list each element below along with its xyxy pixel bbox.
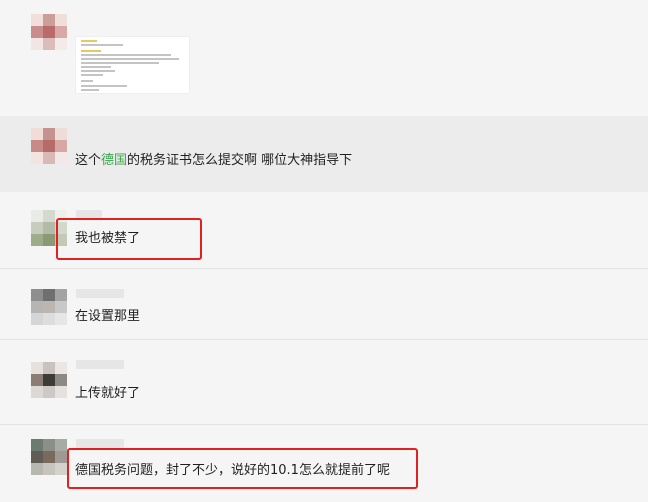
document-thumbnail[interactable] (75, 36, 190, 94)
annotation-box (67, 448, 418, 489)
message-item (0, 0, 648, 110)
message-text: 在设置那里 (75, 309, 141, 324)
username-blurred (76, 289, 124, 298)
username-blurred (76, 439, 124, 448)
message-text-part: 这个 (75, 153, 102, 168)
avatar[interactable] (31, 362, 67, 398)
message-item: 这个德国的税务证书怎么提交啊 哪位大神指导下 (0, 116, 648, 192)
avatar[interactable] (31, 128, 67, 164)
avatar[interactable] (31, 439, 67, 475)
message-text: 上传就好了 (75, 386, 141, 401)
message-text-part: 的税务证书怎么提交啊 哪位大神指导下 (127, 153, 353, 168)
message-item: 在设置那里 (0, 269, 648, 340)
username-blurred (76, 360, 124, 369)
avatar[interactable] (31, 289, 67, 325)
keyword-link[interactable]: 德国 (101, 153, 127, 168)
message-text: 这个德国的税务证书怎么提交啊 哪位大神指导下 (75, 153, 352, 169)
avatar[interactable] (31, 14, 67, 50)
annotation-box (56, 218, 202, 260)
message-item: 上传就好了 (0, 340, 648, 425)
